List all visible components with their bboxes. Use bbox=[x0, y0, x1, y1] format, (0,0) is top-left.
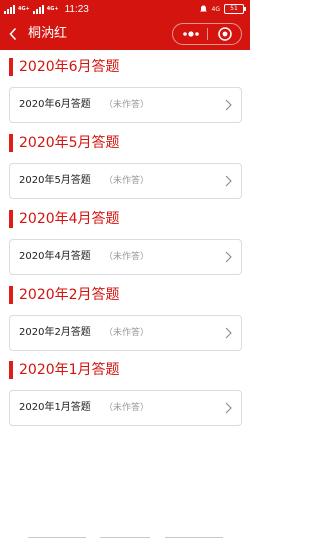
chevron-right-icon bbox=[225, 175, 232, 187]
status-left: 4G+ 4G+ 11:23 bbox=[4, 2, 89, 16]
title-bar: 桐汭红 bbox=[0, 18, 250, 50]
quiz-item[interactable]: 2020年5月答题 （未作答） bbox=[9, 163, 242, 199]
close-target-icon[interactable] bbox=[213, 24, 237, 44]
quiz-item[interactable]: 2020年6月答题 （未作答） bbox=[9, 87, 242, 123]
signal-icon-2 bbox=[32, 4, 44, 14]
network-label: 4G+ bbox=[18, 5, 30, 12]
quiz-item-title: 2020年4月答题 bbox=[19, 251, 91, 262]
quiz-item-status: （未作答） bbox=[104, 252, 150, 262]
section-title: 2020年2月答题 bbox=[19, 287, 120, 303]
system-nav-bar bbox=[0, 534, 250, 542]
section-bar bbox=[9, 286, 13, 304]
page-title: 桐汭红 bbox=[28, 26, 68, 41]
signal-icon bbox=[4, 4, 15, 14]
quiz-item-title: 2020年6月答题 bbox=[19, 99, 91, 110]
status-right-label: 4G bbox=[211, 5, 220, 13]
section-header: 2020年6月答题 bbox=[9, 57, 120, 77]
section-bar bbox=[9, 210, 13, 228]
chevron-right-icon bbox=[225, 327, 232, 339]
section-header: 2020年4月答题 bbox=[9, 209, 120, 229]
section-bar bbox=[9, 58, 13, 76]
nav-hint-center[interactable] bbox=[100, 537, 150, 538]
quiz-item-status: （未作答） bbox=[104, 100, 150, 110]
quiz-item-status: （未作答） bbox=[104, 403, 150, 413]
chevron-right-icon bbox=[225, 402, 232, 414]
section-title: 2020年4月答题 bbox=[19, 211, 120, 227]
status-bar: 4G+ 4G+ 11:23 4G 51 bbox=[0, 0, 250, 18]
section-title: 2020年6月答题 bbox=[19, 59, 120, 75]
section-bar bbox=[9, 134, 13, 152]
mini-program-capsule bbox=[172, 23, 242, 45]
section-header: 2020年1月答题 bbox=[9, 360, 120, 380]
nav-hint-right[interactable] bbox=[165, 537, 223, 538]
section-header: 2020年2月答题 bbox=[9, 285, 120, 305]
chevron-right-icon bbox=[225, 99, 232, 111]
capsule-divider bbox=[207, 28, 208, 40]
quiz-item-title: 2020年5月答题 bbox=[19, 175, 91, 186]
back-arrow-icon[interactable] bbox=[8, 27, 18, 41]
chevron-right-icon bbox=[225, 251, 232, 263]
quiz-item[interactable]: 2020年2月答题 （未作答） bbox=[9, 315, 242, 351]
quiz-item-status: （未作答） bbox=[104, 328, 150, 338]
quiz-item[interactable]: 2020年1月答题 （未作答） bbox=[9, 390, 242, 426]
battery-level: 51 bbox=[230, 5, 238, 12]
more-icon[interactable] bbox=[179, 24, 203, 44]
quiz-item-title: 2020年2月答题 bbox=[19, 327, 91, 338]
section-bar bbox=[9, 361, 13, 379]
section-title: 2020年5月答题 bbox=[19, 135, 120, 151]
nav-hint-left[interactable] bbox=[28, 537, 86, 538]
section-header: 2020年5月答题 bbox=[9, 133, 120, 153]
status-time: 11:23 bbox=[64, 3, 89, 15]
battery-icon: 51 bbox=[224, 4, 246, 14]
quiz-item[interactable]: 2020年4月答题 （未作答） bbox=[9, 239, 242, 275]
quiz-item-status: （未作答） bbox=[104, 176, 150, 186]
section-title: 2020年1月答题 bbox=[19, 362, 120, 378]
bell-icon bbox=[199, 5, 207, 12]
status-right: 4G 51 bbox=[199, 3, 246, 15]
network-label-2: 4G+ bbox=[46, 5, 59, 12]
quiz-item-title: 2020年1月答题 bbox=[19, 402, 91, 413]
